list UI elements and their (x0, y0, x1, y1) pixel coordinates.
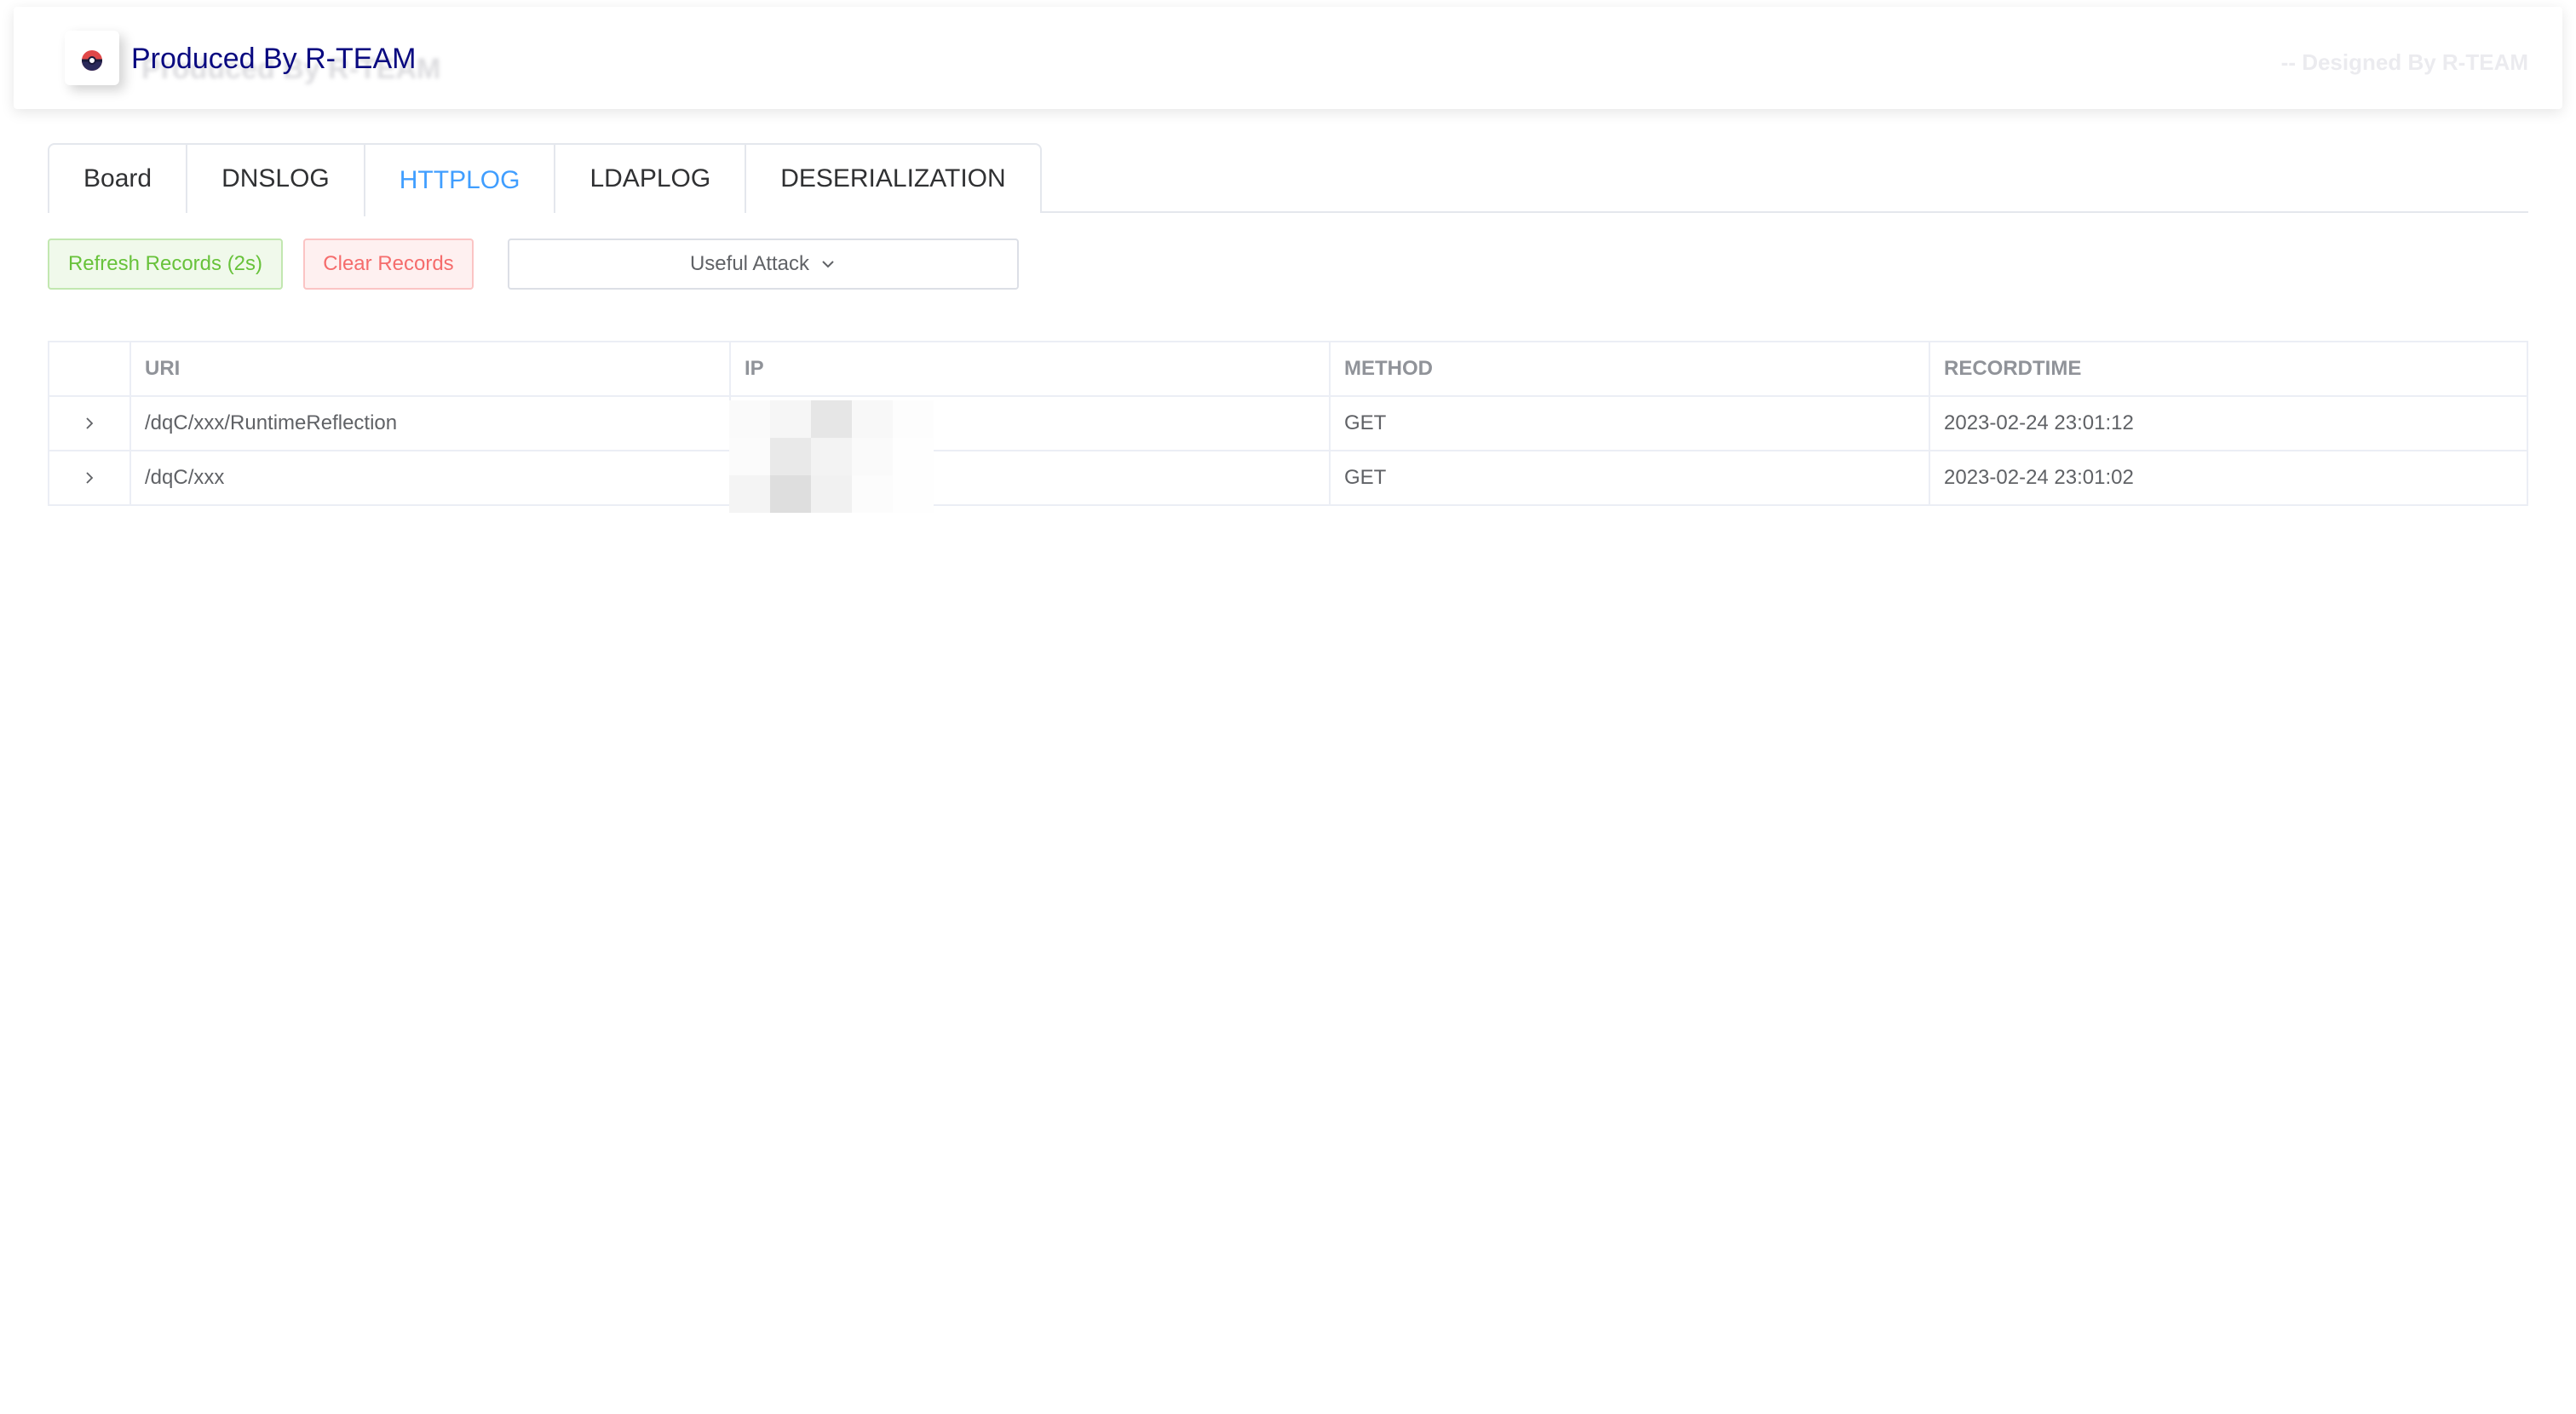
header-subtitle: -- Designed By R-TEAM (2280, 49, 2528, 75)
row-expand-toggle[interactable] (49, 397, 129, 450)
table-row[interactable]: /dqC/xxx/RuntimeReflection GET 2023-02-2… (49, 395, 2527, 450)
logo (65, 31, 119, 85)
recordtime-cell: 2023-02-24 23:01:12 (1929, 397, 2527, 450)
method-cell: GET (1329, 397, 1929, 450)
refresh-records-button[interactable]: Refresh Records (2s) (48, 239, 283, 290)
table-row[interactable]: /dqC/xxx GET 2023-02-24 23:01:02 (49, 450, 2527, 504)
useful-attack-dropdown[interactable]: Useful Attack (508, 239, 1019, 290)
uri-cell: /dqC/xxx (129, 451, 729, 504)
chevron-down-icon (822, 261, 834, 268)
method-cell: GET (1329, 451, 1929, 504)
log-tabs: Board DNSLOG HTTPLOG LDAPLOG DESERIALIZA… (48, 143, 2528, 216)
useful-attack-label: Useful Attack (689, 252, 810, 275)
tab-deserialization[interactable]: DESERIALIZATION (745, 145, 1040, 213)
clear-records-button[interactable]: Clear Records (303, 239, 474, 290)
uri-cell: /dqC/xxx/RuntimeReflection (129, 397, 729, 450)
http-records-table: URI IP METHOD RECORDTIME /dqC/xxx/Runtim… (48, 341, 2528, 506)
tab-board[interactable]: Board (49, 145, 186, 213)
row-expand-toggle[interactable] (49, 451, 129, 504)
tab-httplog[interactable]: HTTPLOG (363, 145, 555, 216)
header-title: Produced By R-TEAM (131, 43, 417, 75)
recordtime-cell: 2023-02-24 23:01:02 (1929, 451, 2527, 504)
pokeball-icon (82, 50, 102, 71)
column-header-expand (49, 342, 129, 395)
column-header-uri: URI (129, 342, 729, 395)
column-header-recordtime: RECORDTIME (1929, 342, 2527, 395)
tab-dnslog[interactable]: DNSLOG (186, 145, 364, 213)
table-header-row: URI IP METHOD RECORDTIME (49, 342, 2527, 395)
tab-ldaplog[interactable]: LDAPLOG (554, 145, 745, 213)
chevron-right-icon (86, 472, 94, 484)
app-header: Produced By R-TEAM Produced By R-TEAM --… (14, 7, 2562, 109)
column-header-method: METHOD (1329, 342, 1929, 395)
ip-redaction-mosaic (729, 400, 934, 513)
column-header-ip: IP (729, 342, 1329, 395)
chevron-right-icon (86, 417, 94, 429)
